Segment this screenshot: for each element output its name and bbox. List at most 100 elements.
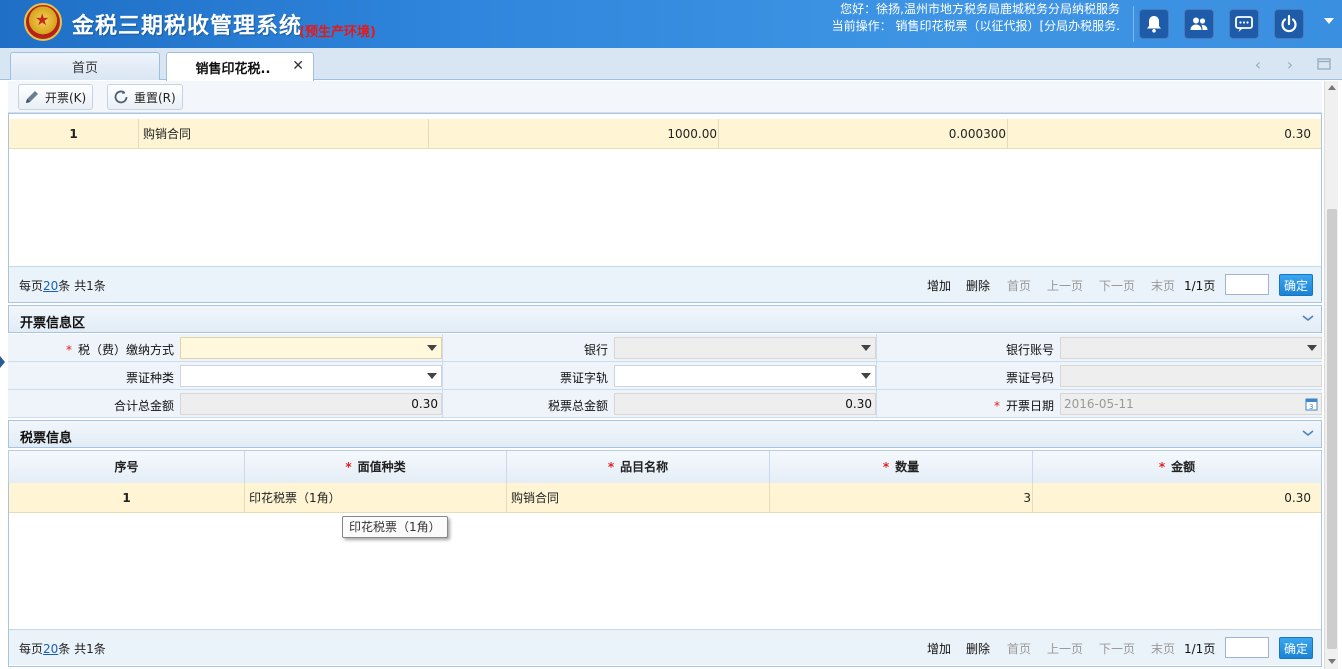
tab-stamp-sale[interactable]: 销售印花税.. ✕	[166, 52, 314, 81]
tab-home-label: 首页	[71, 61, 98, 76]
maximize-icon[interactable]	[1310, 52, 1338, 76]
table-row[interactable]: 1 购销合同 1000.00 0.000300 0.30	[9, 119, 1321, 149]
tab-scroll-right-icon[interactable]: ›	[1276, 52, 1304, 76]
goto-page-button[interactable]: 确定	[1279, 274, 1313, 296]
next-page-link[interactable]: 下一页	[1099, 277, 1135, 294]
logout-button[interactable]	[1274, 9, 1304, 39]
add-row-button[interactable]: 增加	[927, 277, 951, 294]
emblem-logo	[24, 3, 62, 41]
page-size-link[interactable]: 20	[43, 642, 58, 656]
vertical-scrollbar[interactable]	[1324, 81, 1338, 669]
prev-page-link[interactable]: 上一页	[1047, 277, 1083, 294]
tab-home[interactable]: 首页	[10, 52, 160, 80]
table-row[interactable]: 1 印花税票（1角） 购销合同 3 0.30	[9, 483, 1321, 513]
cell-tooltip: 印花税票（1角）	[342, 516, 448, 538]
pay-method-select[interactable]	[180, 337, 442, 359]
reset-label: 重置(R)	[134, 90, 176, 105]
voucher-word-label: 票证字轨	[559, 371, 608, 385]
total-amount-label: 合计总金额	[113, 399, 174, 413]
close-icon[interactable]: ✕	[292, 58, 304, 74]
tax-items-grid: 1 购销合同 1000.00 0.000300 0.30 每页20条 共1条 增…	[8, 113, 1322, 303]
add-row-button[interactable]: 增加	[927, 640, 951, 657]
bank-account-select[interactable]	[1060, 337, 1322, 359]
chevron-down-icon	[1307, 345, 1317, 351]
last-page-link[interactable]: 末页	[1151, 277, 1175, 294]
environment-tag: (预生产环境)	[299, 25, 376, 40]
sidebar-expand-icon[interactable]	[0, 356, 5, 368]
calendar-icon[interactable]: 3	[1305, 397, 1318, 411]
issue-invoice-label: 开票(K)	[45, 90, 87, 105]
form-row-2: 票证种类 票证字轨 票证号码	[8, 362, 1322, 390]
header-menu-dropdown[interactable]	[1324, 18, 1334, 24]
page-number-input[interactable]	[1225, 637, 1269, 658]
tab-bar: 首页 销售印花税.. ✕	[0, 48, 1342, 81]
page-info: 1/1页	[1184, 279, 1216, 293]
first-page-link[interactable]: 首页	[1007, 640, 1031, 657]
bank-label: 银行	[583, 343, 608, 357]
divider	[876, 390, 877, 418]
page-number-input[interactable]	[1225, 274, 1269, 295]
app-header: 金税三期税收管理系统 (预生产环境) 您好：徐扬,温州市地方税务局鹿城税务分局纳…	[0, 0, 1342, 48]
user-info: 您好：徐扬,温州市地方税务局鹿城税务分局纳税服务 当前操作： 销售印花税票（以征…	[700, 1, 1120, 35]
chevron-down-icon[interactable]	[1301, 426, 1315, 440]
scrollbar-thumb[interactable]	[1327, 209, 1337, 649]
total-amount-field: 0.30	[180, 393, 442, 415]
delete-row-button[interactable]: 删除	[966, 640, 990, 657]
next-page-link[interactable]: 下一页	[1099, 640, 1135, 657]
issue-date-label: * 开票日期	[993, 399, 1054, 413]
page-size-link[interactable]: 20	[43, 279, 58, 293]
row-seq: 1	[9, 119, 139, 149]
first-page-link[interactable]: 首页	[1007, 277, 1031, 294]
chat-button[interactable]	[1229, 9, 1259, 39]
chat-icon	[1235, 16, 1253, 32]
current-operation-text: 当前操作： 销售印花税票（以征代报）[分局办税服务.	[831, 19, 1120, 33]
voucher-number-label: 票证号码	[1005, 371, 1054, 385]
column-header-qty: * 数量	[770, 451, 1033, 484]
greeting-text: 您好：徐扬,温州市地方税务局鹿城税务分局纳税服务	[840, 2, 1120, 16]
action-toolbar: 开票(K) 重置(R)	[8, 81, 1322, 113]
issue-date-field[interactable]: 2016-05-11 3	[1060, 393, 1322, 415]
chevron-down-icon	[427, 345, 437, 351]
notification-button[interactable]	[1139, 9, 1169, 39]
header-divider	[1133, 6, 1134, 42]
power-icon	[1281, 14, 1297, 33]
users-button[interactable]	[1184, 9, 1214, 39]
voucher-type-select[interactable]	[180, 365, 442, 387]
row-quantity: 3	[770, 483, 1033, 513]
ticket-total-label: 税票总金额	[547, 399, 608, 413]
divider	[442, 362, 443, 390]
ticket-section-header[interactable]: 税票信息	[8, 420, 1322, 448]
ticket-table-header: 序号 * 面值种类 * 品目名称 * 数量 * 金额	[8, 450, 1322, 484]
form-row-3: 合计总金额 0.30 税票总金额 0.30 * 开票日期 2016-05-11 3	[8, 390, 1322, 418]
pencil-icon	[26, 91, 38, 103]
refresh-icon	[114, 90, 128, 104]
row-tax: 0.30	[1284, 127, 1311, 141]
reset-button[interactable]: 重置(R)	[107, 84, 183, 110]
divider	[442, 390, 443, 418]
tab-stamp-sale-label: 销售印花税..	[195, 61, 271, 77]
row-item-name: 购销合同	[139, 119, 429, 149]
tab-scroll-left-icon[interactable]: ‹	[1244, 52, 1272, 76]
invoice-section-header[interactable]: 开票信息区	[8, 305, 1322, 333]
column-header-item: * 品目名称	[507, 451, 770, 484]
goto-page-button[interactable]: 确定	[1279, 637, 1313, 659]
section-title: 开票信息区	[20, 316, 86, 331]
top-grid-pager: 每页20条 共1条 增加 删除 首页 上一页 下一页 末页 1/1页 确定	[9, 266, 1321, 302]
delete-row-button[interactable]: 删除	[966, 277, 990, 294]
scroll-up-icon[interactable]	[1328, 85, 1336, 90]
column-header-seq: 序号	[9, 451, 245, 484]
last-page-link[interactable]: 末页	[1151, 640, 1175, 657]
chevron-down-icon	[427, 373, 437, 379]
scroll-down-icon[interactable]	[1328, 659, 1336, 664]
page-size-text: 每页20条 共1条	[19, 279, 106, 293]
form-row-1: * 税（费）缴纳方式 银行 银行账号	[8, 334, 1322, 362]
voucher-word-select[interactable]	[614, 365, 876, 387]
bank-select[interactable]	[614, 337, 876, 359]
voucher-number-input[interactable]	[1060, 365, 1322, 387]
issue-invoice-button[interactable]: 开票(K)	[18, 84, 94, 110]
divider	[876, 334, 877, 362]
row-item-name: 购销合同	[507, 483, 770, 513]
section-title: 税票信息	[20, 431, 73, 446]
chevron-down-icon[interactable]	[1301, 311, 1315, 325]
prev-page-link[interactable]: 上一页	[1047, 640, 1083, 657]
